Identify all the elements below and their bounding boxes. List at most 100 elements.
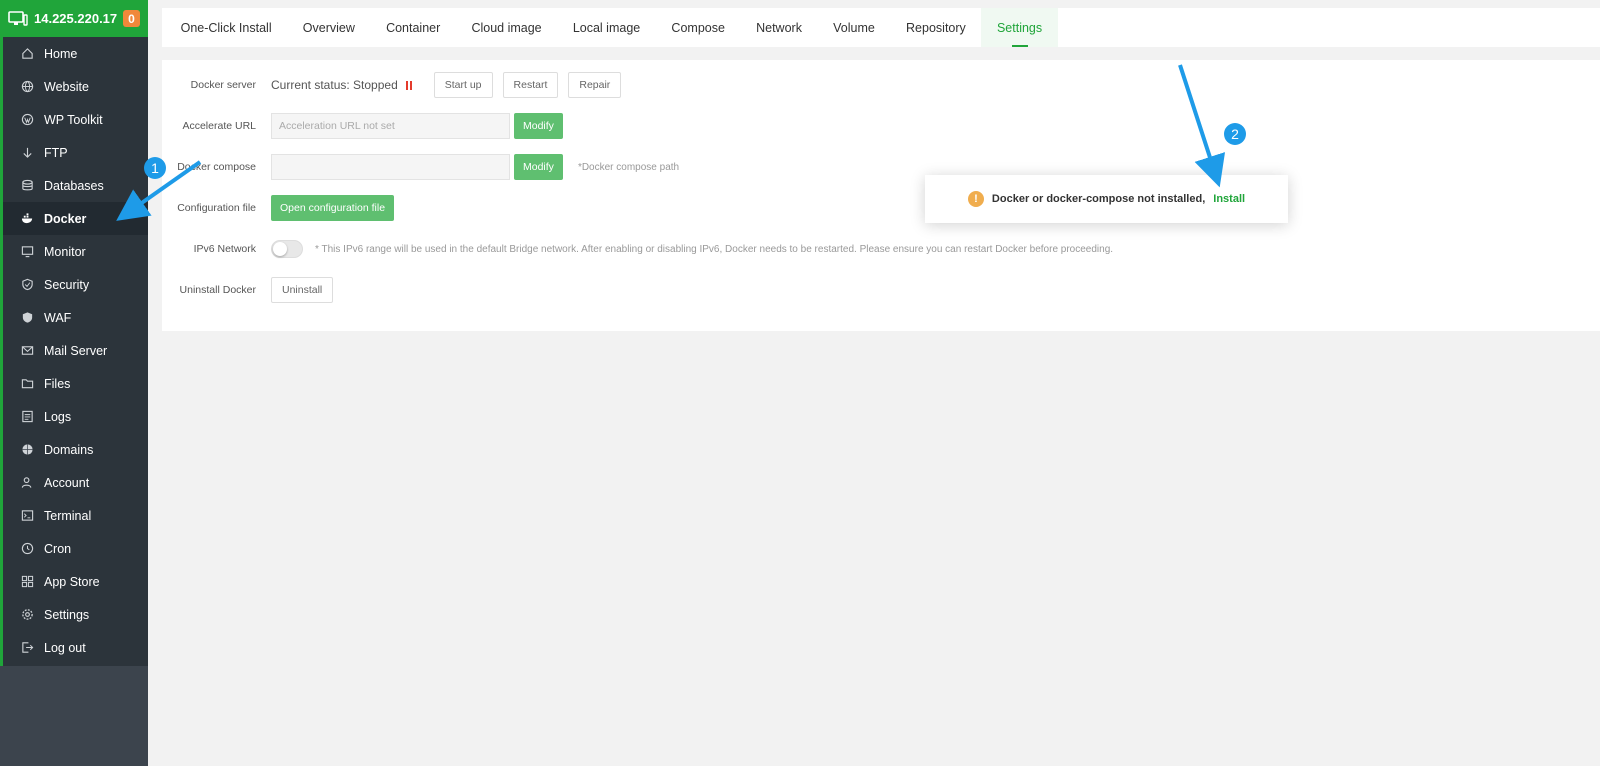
tab-volume[interactable]: Volume: [818, 8, 891, 47]
accelerate-url-input[interactable]: [271, 113, 510, 139]
sidebar-item-app-store[interactable]: App Store: [3, 565, 148, 598]
config-file-label: Configuration file: [177, 202, 256, 214]
open-config-file-button[interactable]: Open configuration file: [271, 195, 395, 221]
apps-icon: [20, 575, 34, 589]
warning-icon: !: [967, 191, 984, 207]
sidebar-item-label: Domains: [44, 442, 94, 457]
popup-message: Docker or docker-compose not installed,: [991, 193, 1206, 205]
tab-container[interactable]: Container: [370, 8, 455, 47]
sidebar-item-label: Cron: [44, 541, 72, 556]
sidebar: 14.225.220.17 0 Home Website WP Toolkit FTP…: [0, 0, 148, 766]
sidebar-item-security[interactable]: Security: [3, 268, 148, 301]
accelerate-url-label: Accelerate URL: [182, 120, 256, 132]
sidebar-item-mail-server[interactable]: Mail Server: [3, 334, 148, 367]
sidebar-item-label: Logs: [44, 409, 72, 424]
docker-icon: [20, 212, 34, 226]
sidebar-item-logs[interactable]: Logs: [3, 400, 148, 433]
sidebar-item-label: FTP: [44, 145, 68, 160]
docker-compose-label: Docker compose: [177, 161, 256, 173]
start-up-button[interactable]: Start up: [433, 72, 493, 98]
notification-badge[interactable]: 0: [123, 10, 140, 27]
install-link[interactable]: Install: [1213, 193, 1245, 205]
sidebar-item-label: Security: [44, 277, 90, 292]
tab-cloud-image[interactable]: Cloud image: [456, 8, 557, 47]
ftp-icon: [20, 146, 34, 160]
logout-icon: [20, 641, 34, 655]
domain-icon: [20, 443, 34, 457]
sidebar-item-terminal[interactable]: Terminal: [3, 499, 148, 532]
sidebar-item-wp-toolkit[interactable]: WP Toolkit: [3, 103, 148, 136]
annotation-step-1: 1: [144, 157, 166, 179]
sidebar-item-label: Mail Server: [44, 343, 108, 358]
ipv6-label: IPv6 Network: [193, 243, 256, 255]
server-ip: 14.225.220.17: [34, 11, 118, 26]
settings-panel: Docker server Current status: Stopped St…: [162, 60, 1600, 331]
terminal-icon: [20, 509, 34, 523]
sidebar-item-log-out[interactable]: Log out: [3, 631, 148, 664]
sidebar-item-files[interactable]: Files: [3, 367, 148, 400]
docker-server-row: Docker server Current status: Stopped St…: [162, 72, 631, 98]
main-content: One-Click Install Overview Container Cloud …: [162, 8, 1600, 331]
docker-compose-hint: *Docker compose path: [577, 161, 680, 173]
tab-settings[interactable]: Settings: [981, 8, 1058, 47]
sidebar-item-label: App Store: [44, 574, 100, 589]
logs-icon: [20, 410, 34, 424]
sidebar-item-ftp[interactable]: FTP: [3, 136, 148, 169]
accelerate-url-modify-button[interactable]: Modify: [514, 113, 563, 139]
sidebar-item-label: Terminal: [44, 508, 92, 523]
gear-icon: [20, 608, 34, 622]
sidebar-item-cron[interactable]: Cron: [3, 532, 148, 565]
docker-compose-row: Docker compose Modify *Docker compose pa…: [162, 154, 679, 180]
tab-one-click-install[interactable]: One-Click Install: [165, 8, 287, 47]
tab-network[interactable]: Network: [741, 8, 818, 47]
docker-server-label: Docker server: [190, 79, 256, 91]
sidebar-item-monitor[interactable]: Monitor: [3, 235, 148, 268]
monitor-icon: [20, 245, 34, 259]
globe-icon: [20, 80, 34, 94]
sidebar-item-domains[interactable]: Domains: [3, 433, 148, 466]
tab-repository[interactable]: Repository: [890, 8, 981, 47]
sidebar-item-account[interactable]: Account: [3, 466, 148, 499]
docker-compose-input[interactable]: [271, 154, 510, 180]
sidebar-item-label: Home: [44, 46, 78, 61]
user-icon: [20, 476, 34, 490]
sidebar-item-label: WAF: [44, 310, 72, 325]
sidebar-item-label: Log out: [44, 640, 86, 655]
accelerate-url-row: Accelerate URL Modify: [162, 113, 563, 139]
uninstall-button[interactable]: Uninstall: [271, 277, 334, 303]
sidebar-item-label: Docker: [44, 211, 87, 226]
folder-icon: [20, 377, 34, 391]
tab-local-image[interactable]: Local image: [557, 8, 656, 47]
tab-compose[interactable]: Compose: [656, 8, 741, 47]
sidebar-item-waf[interactable]: WAF: [3, 301, 148, 334]
docker-compose-modify-button[interactable]: Modify: [514, 154, 563, 180]
repair-button[interactable]: Repair: [568, 72, 622, 98]
sidebar-item-label: Databases: [44, 178, 104, 193]
sidebar-item-label: Settings: [44, 607, 90, 622]
sidebar-item-label: Monitor: [44, 244, 86, 259]
sidebar-item-databases[interactable]: Databases: [3, 169, 148, 202]
ipv6-hint: * This IPv6 range will be used in the de…: [315, 243, 1114, 255]
ipv6-row: IPv6 Network * This IPv6 range will be u…: [162, 236, 1113, 262]
ipv6-toggle[interactable]: [271, 240, 303, 258]
docker-status-text: Current status: Stopped: [271, 78, 398, 92]
stopped-icon: [405, 80, 412, 90]
restart-button[interactable]: Restart: [502, 72, 559, 98]
shield-icon: [20, 278, 34, 292]
tab-overview[interactable]: Overview: [287, 8, 370, 47]
sidebar-item-home[interactable]: Home: [3, 37, 148, 70]
uninstall-label: Uninstall Docker: [179, 284, 256, 296]
server-bar[interactable]: 14.225.220.17 0: [0, 0, 148, 37]
sidebar-item-docker[interactable]: Docker: [0, 202, 148, 235]
sidebar-item-label: WP Toolkit: [44, 112, 103, 127]
home-icon: [20, 47, 34, 61]
sidebar-item-website[interactable]: Website: [3, 70, 148, 103]
uninstall-row: Uninstall Docker Uninstall: [162, 277, 343, 303]
monitor-icon: [8, 10, 28, 26]
annotation-step-2: 2: [1224, 123, 1246, 145]
mail-icon: [20, 344, 34, 358]
sidebar-item-label: Files: [44, 376, 71, 391]
sidebar-menu: Home Website WP Toolkit FTP Databases Docker M…: [0, 37, 148, 666]
not-installed-popup: ! Docker or docker-compose not installed…: [925, 175, 1288, 223]
sidebar-item-settings[interactable]: Settings: [3, 598, 148, 631]
